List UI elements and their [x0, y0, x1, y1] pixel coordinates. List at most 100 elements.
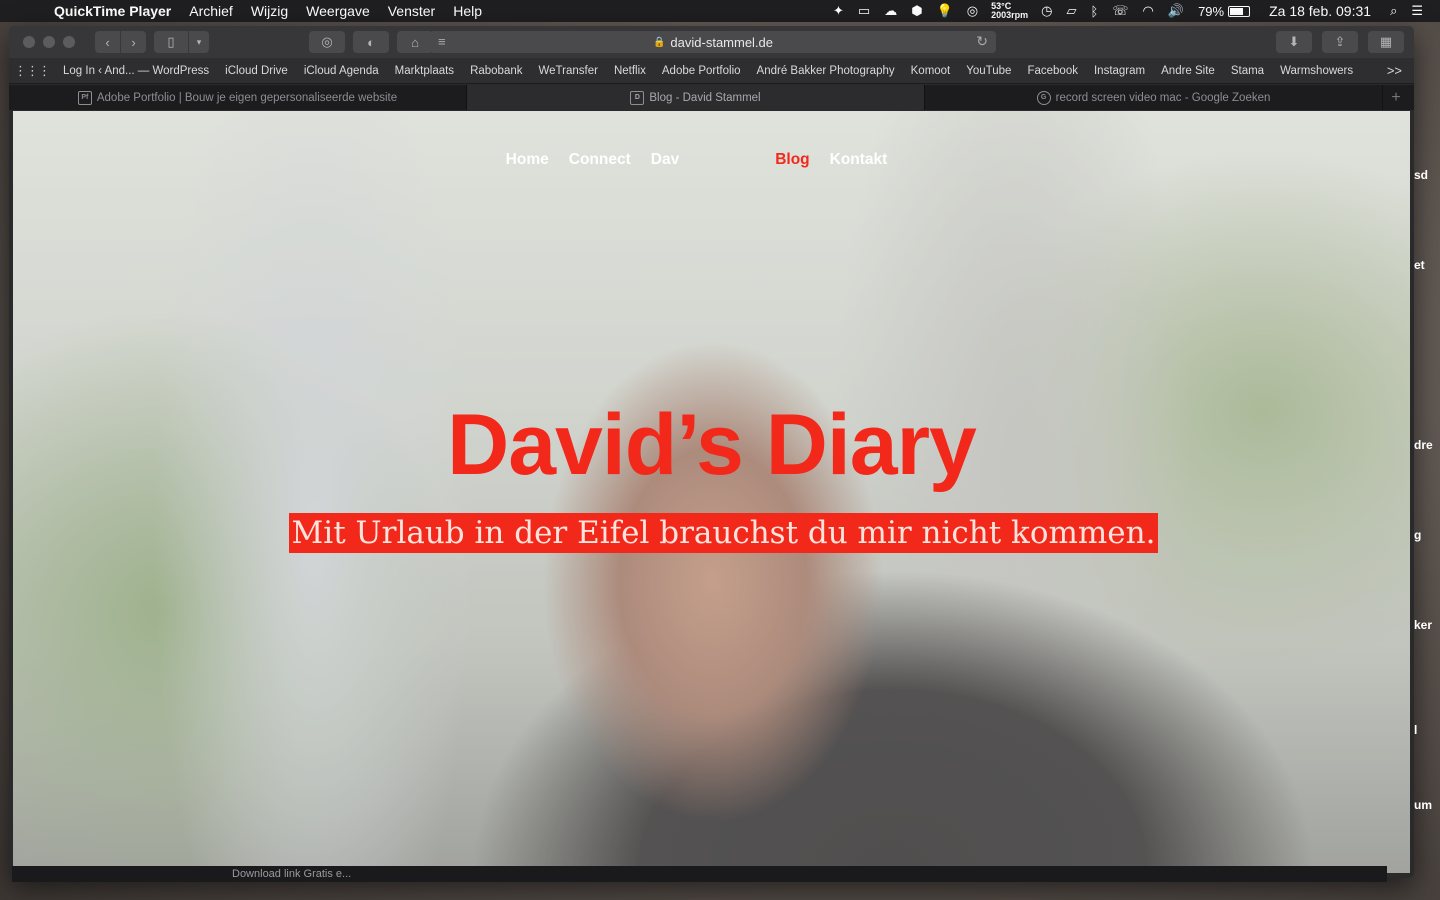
edge-fragment: l [1414, 723, 1418, 737]
minimize-window-button[interactable] [43, 36, 55, 48]
bookmark-item[interactable]: Andre Site [1153, 65, 1223, 77]
temperature-readout[interactable]: 53°C 2003rpm [985, 2, 1034, 20]
fan-rpm-value: 2003rpm [991, 10, 1029, 20]
bookmark-item[interactable]: Stama [1223, 65, 1272, 77]
creative-cloud-icon[interactable]: ☁ [877, 3, 904, 19]
back-button[interactable]: ‹ [95, 31, 120, 53]
background-window-text: Download link Gratis e... [232, 868, 352, 880]
privacy-shield-icon[interactable]: ◐ [353, 31, 389, 53]
sidebar-toggle-icon[interactable]: ▯ [154, 31, 188, 53]
nav-connect[interactable]: Connect [569, 151, 631, 169]
bookmark-item[interactable]: Rabobank [462, 65, 530, 77]
tab-blog-david-stammel[interactable]: D Blog - David Stammel [467, 85, 925, 110]
edge-fragment: dre [1414, 438, 1433, 452]
tab-title: record screen video mac - Google Zoeken [1055, 91, 1271, 104]
browser-toolbar: ‹ › ▯ ▾ ◎ ◐ ⌂ ≡ 🔒 david-stammel.de ↻ ⬇ ⇪… [9, 26, 1414, 58]
nav-blog[interactable]: Blog [775, 151, 809, 169]
battery-indicator[interactable]: 79% [1191, 4, 1257, 19]
home-icon[interactable]: ⌂ [397, 31, 433, 53]
bookmark-item[interactable]: Log In ‹ And... — WordPress [55, 65, 217, 77]
spotlight-search-icon[interactable]: ⌕ [1383, 3, 1404, 19]
favicon-icon: Pf [77, 90, 92, 105]
bookmark-item[interactable]: Instagram [1086, 65, 1153, 77]
favicon-icon: G [1036, 90, 1051, 105]
favicon-icon: D [630, 90, 645, 105]
share-icon[interactable]: ⇪ [1322, 31, 1358, 53]
bookmark-item[interactable]: Adobe Portfolio [654, 65, 749, 77]
airplay-icon[interactable]: ▱ [1059, 3, 1083, 19]
lightbulb-icon[interactable]: 💡 [930, 3, 960, 19]
background-window-strip: Download link Gratis e... [12, 866, 1387, 882]
wifi-icon[interactable]: ◠ [1136, 3, 1161, 19]
edge-fragment: ker [1414, 618, 1433, 632]
address-bar[interactable]: ≡ 🔒 david-stammel.de ↻ [430, 31, 996, 53]
tab-overview-icon[interactable]: ▦ [1368, 31, 1404, 53]
chevron-down-icon[interactable]: ▾ [189, 31, 209, 53]
menu-help[interactable]: Help [444, 3, 491, 19]
edge-fragment: um [1414, 798, 1432, 812]
url-text: david-stammel.de [670, 34, 774, 50]
tab-bar: Pf Adobe Portfolio | Bouw je eigen geper… [9, 85, 1414, 110]
bookmark-item[interactable]: Facebook [1019, 65, 1086, 77]
shield-icon[interactable]: ⬢ [904, 3, 929, 19]
dropbox-icon[interactable]: ✦ [826, 3, 851, 19]
bookmark-item[interactable]: iCloud Agenda [296, 65, 387, 77]
menu-venster[interactable]: Venster [379, 3, 444, 19]
favorites-grid-icon[interactable]: ⋮⋮⋮ [9, 63, 55, 79]
menu-bar: QuickTime Player Archief Wijzig Weergave… [0, 0, 1440, 22]
battery-icon [1228, 5, 1251, 17]
menu-weergave[interactable]: Weergave [297, 3, 379, 19]
menu-app-name[interactable]: QuickTime Player [42, 3, 180, 19]
battery-fill [1230, 7, 1244, 15]
tab-google-search[interactable]: G record screen video mac - Google Zoeke… [925, 85, 1383, 110]
notification-center-icon[interactable]: ☰ [1404, 3, 1430, 19]
extension-icon[interactable]: ◎ [309, 31, 345, 53]
bookmark-item[interactable]: Warmshowers [1272, 65, 1361, 77]
nav-home[interactable]: Home [506, 151, 549, 169]
tab-adobe-portfolio[interactable]: Pf Adobe Portfolio | Bouw je eigen geper… [9, 85, 467, 110]
volume-icon[interactable]: 🔊 [1161, 3, 1191, 19]
forward-button[interactable]: › [121, 31, 146, 53]
page-title: David’s Diary [447, 397, 977, 493]
sync-icon[interactable]: ◎ [960, 3, 985, 19]
bookmark-item[interactable]: WeTransfer [531, 65, 606, 77]
bookmark-item[interactable]: André Bakker Photography [749, 65, 903, 77]
bookmark-item[interactable]: Marktplaats [387, 65, 462, 77]
bookmarks-overflow-button[interactable]: >> [1387, 63, 1414, 78]
reload-icon[interactable]: ↻ [976, 33, 988, 50]
close-window-button[interactable] [23, 36, 35, 48]
hero-subtitle: Mit Urlaub in der Eifel brauchst du mir … [288, 513, 1159, 553]
nav-kontakt[interactable]: Kontakt [830, 151, 888, 169]
clock[interactable]: Za 18 feb. 09:31 [1257, 3, 1383, 19]
edge-fragment: et [1414, 258, 1425, 272]
site-navigation: Home Connect Dav Blog Kontakt [13, 151, 1410, 169]
downloads-icon[interactable]: ⬇ [1276, 31, 1312, 53]
bookmarks-bar: ⋮⋮⋮ Log In ‹ And... — WordPress iCloud D… [9, 58, 1414, 84]
bluetooth-icon[interactable]: ᛒ [1083, 4, 1105, 19]
tab-title: Adobe Portfolio | Bouw je eigen geperson… [96, 91, 398, 104]
time-machine-icon[interactable]: ◷ [1034, 3, 1059, 19]
battery-percent: 79% [1198, 3, 1225, 19]
browser-window: ‹ › ▯ ▾ ◎ ◐ ⌂ ≡ 🔒 david-stammel.de ↻ ⬇ ⇪… [9, 26, 1414, 878]
menu-archief[interactable]: Archief [180, 3, 242, 19]
nav-spacer [699, 151, 755, 169]
bookmark-item[interactable]: YouTube [958, 65, 1019, 77]
bookmark-item[interactable]: Komoot [903, 65, 959, 77]
lock-icon: 🔒 [652, 36, 666, 48]
reader-icon[interactable]: ≡ [438, 34, 446, 49]
hero-subtitle-container: Mit Urlaub in der Eifel brauchst du mir … [13, 513, 1410, 553]
bookmark-item[interactable]: iCloud Drive [217, 65, 296, 77]
new-tab-button[interactable]: + [1383, 85, 1409, 110]
edge-fragment: g [1414, 528, 1422, 542]
zoom-window-button[interactable] [63, 36, 75, 48]
window-controls [9, 36, 75, 48]
edge-fragment: sd [1414, 168, 1429, 182]
phone-icon[interactable]: ☏ [1105, 3, 1135, 19]
screen-icon[interactable]: ▭ [851, 3, 877, 19]
tab-title: Blog - David Stammel [649, 91, 761, 104]
web-content: Home Connect Dav Blog Kontakt David’s Di… [13, 111, 1410, 873]
menu-wijzig[interactable]: Wijzig [242, 3, 297, 19]
nav-dav[interactable]: Dav [651, 151, 679, 169]
background-window-edge: sd et dre g ker l um [1414, 100, 1440, 860]
bookmark-item[interactable]: Netflix [606, 65, 654, 77]
